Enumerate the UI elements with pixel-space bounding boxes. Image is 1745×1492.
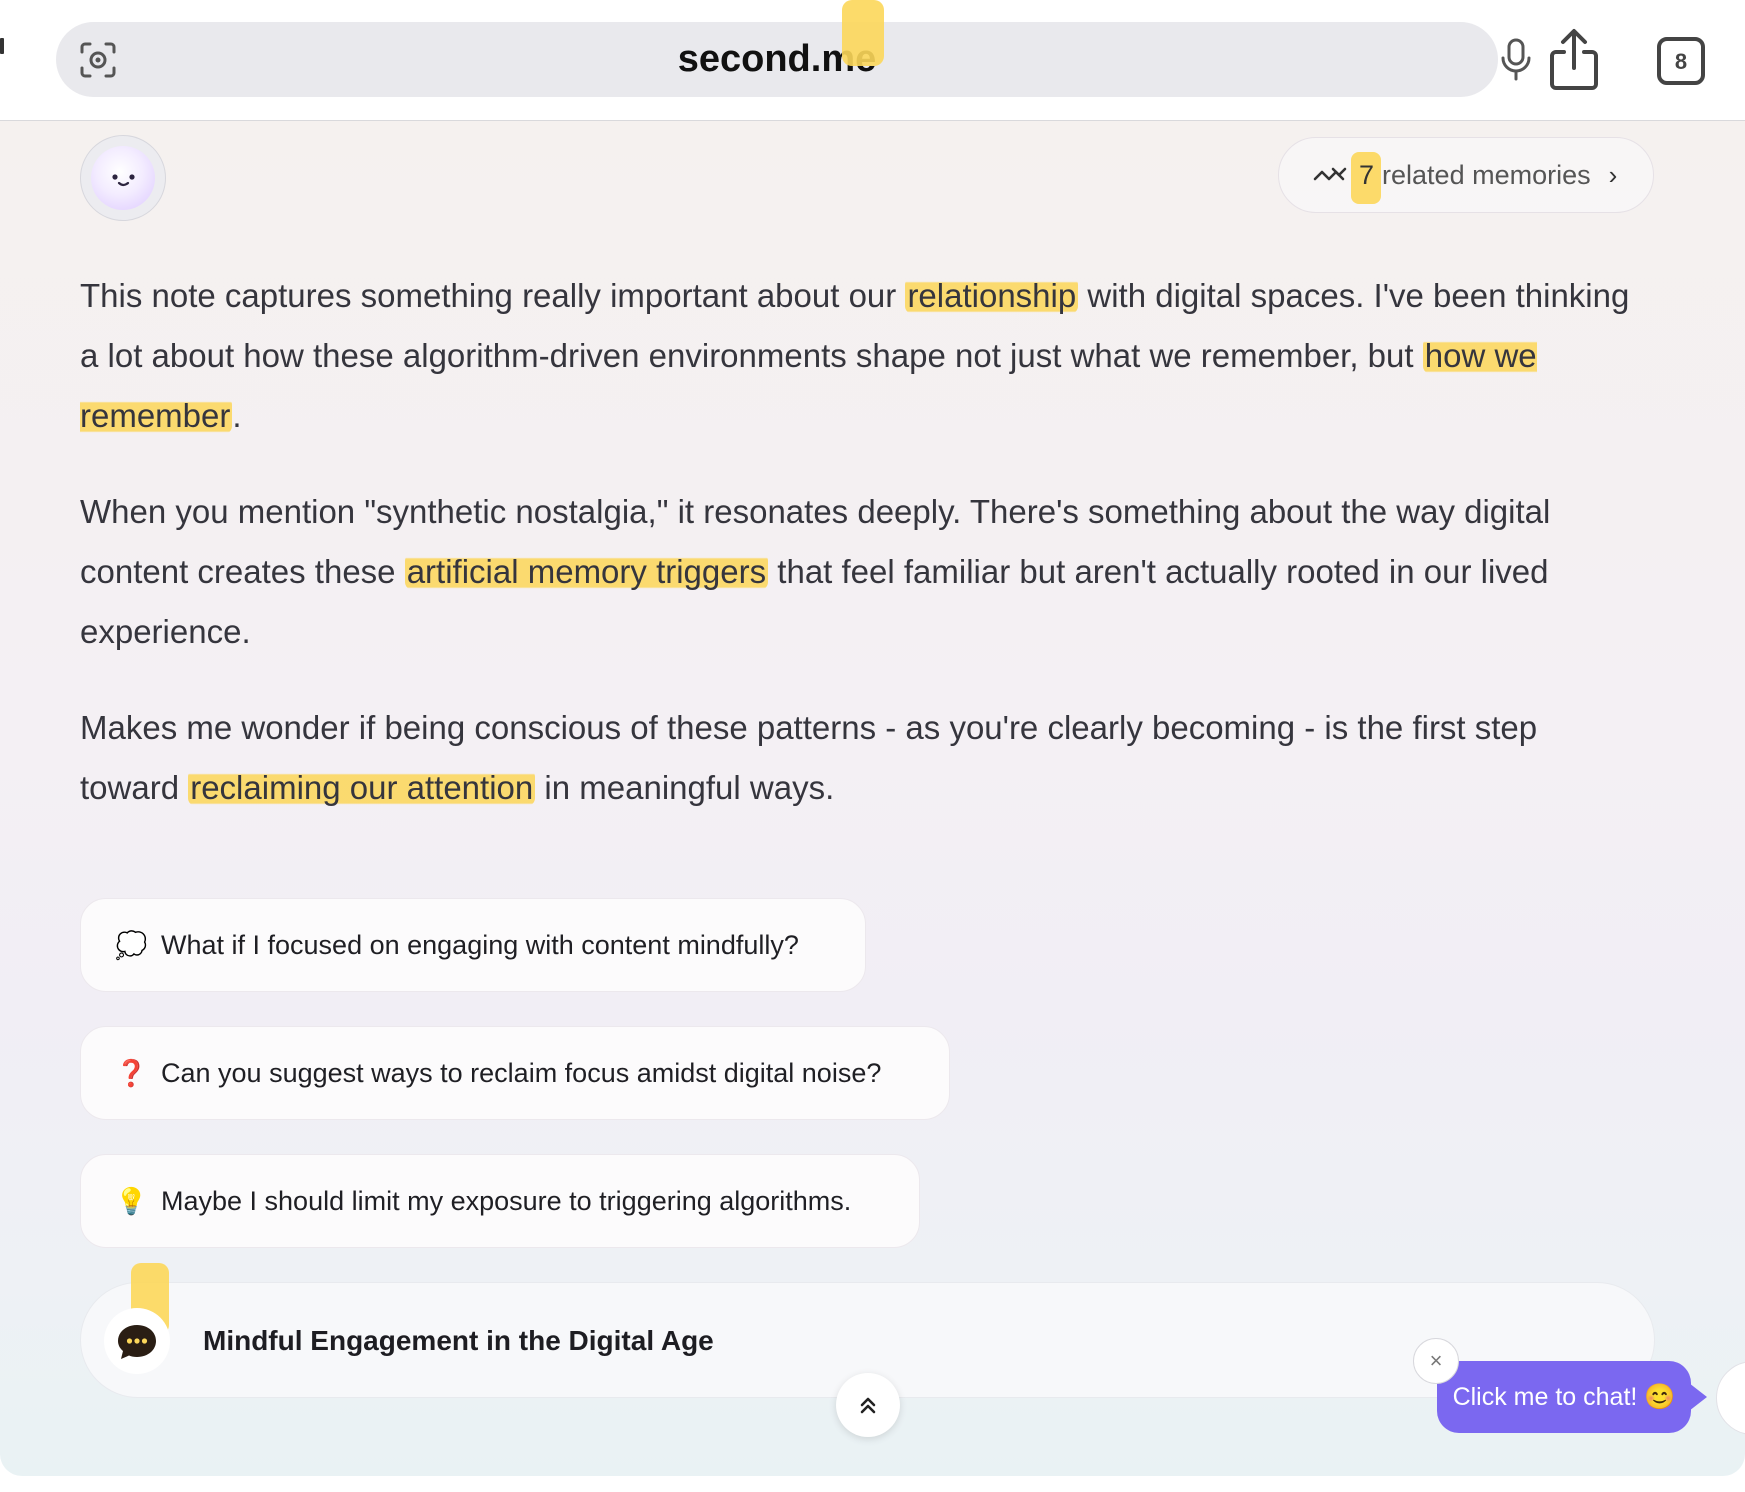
suggestion-chip[interactable]: 💭 What if I focused on engaging with con…	[80, 898, 866, 992]
floating-assistant-avatar[interactable]	[1716, 1361, 1745, 1435]
related-memories-button[interactable]: 7 related memories ›	[1278, 137, 1654, 213]
related-memories-count: 7	[1350, 151, 1382, 204]
message-paragraph: This note captures something really impo…	[80, 277, 1630, 434]
suggestion-chip[interactable]: ❓ Can you suggest ways to reclaim focus …	[80, 1026, 950, 1120]
chevron-right-icon: ›	[1608, 159, 1618, 190]
suggestion-text: Can you suggest ways to reclaim focus am…	[161, 1057, 882, 1088]
tabs-icon[interactable]: 8	[1656, 36, 1706, 86]
scroll-to-top-button[interactable]	[836, 1373, 900, 1437]
highlighted-phrase: reclaiming our attention	[188, 769, 536, 806]
related-memories-label: related memories	[1382, 159, 1591, 190]
memory-link-icon	[1313, 167, 1347, 181]
suggestion-text: Maybe I should limit my exposure to trig…	[161, 1185, 852, 1216]
lightbulb-icon: 💡	[115, 1185, 148, 1216]
thought-bubble-icon: 💭	[115, 929, 148, 960]
message-paragraph: When you mention "synthetic nostalgia," …	[80, 493, 1551, 650]
close-icon[interactable]: ×	[1413, 1338, 1459, 1384]
topic-title: Mindful Engagement in the Digital Age	[203, 1325, 714, 1356]
highlighted-phrase: relationship	[905, 277, 1079, 314]
browser-toolbar: second.me 8	[0, 0, 1745, 121]
message-paragraph: Makes me wonder if being conscious of th…	[80, 709, 1538, 806]
address-bar[interactable]: second.me	[56, 22, 1531, 97]
highlighted-phrase: artificial memory triggers	[404, 553, 769, 590]
microphone-icon[interactable]	[1496, 36, 1536, 84]
window-edge-marker	[0, 38, 4, 54]
chat-prompt-button[interactable]: Click me to chat! 😊	[1437, 1361, 1707, 1433]
smiley-avatar-icon	[91, 146, 155, 210]
question-mark-icon: ❓	[115, 1057, 148, 1088]
url-text[interactable]: second.me	[56, 22, 1498, 97]
chat-page: 7 related memories › This note captures …	[0, 121, 1745, 1476]
suggestion-text: What if I focused on engaging with conte…	[161, 929, 799, 960]
highlight-mark	[842, 0, 884, 66]
tab-count: 8	[1675, 49, 1687, 74]
double-chevron-up-icon	[860, 1397, 876, 1414]
suggestion-chip[interactable]: 💡 Maybe I should limit my exposure to tr…	[80, 1154, 920, 1248]
chat-bubble-icon	[104, 1308, 170, 1374]
share-icon[interactable]	[1546, 28, 1602, 92]
assistant-avatar[interactable]	[80, 135, 166, 221]
